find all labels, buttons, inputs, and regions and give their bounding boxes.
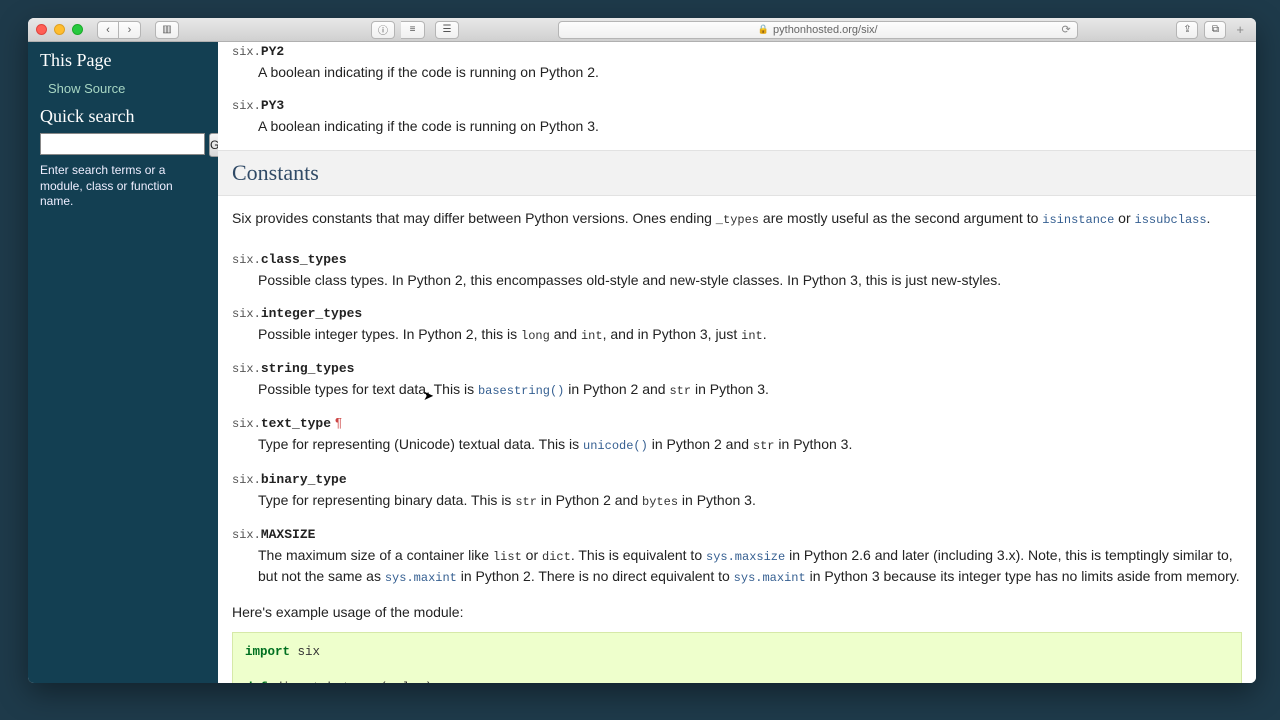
def-binary-type: six.binary_type Type for representing bi… <box>232 470 1242 511</box>
example-intro: Here's example usage of the module: <box>232 602 1242 622</box>
browser-window: ‹ › ▥ ⓘ ≡ ☰ 🔒 pythonhosted.org/six/ ⟳ ⇪ … <box>28 18 1256 683</box>
share-icon[interactable]: ⇪ <box>1176 21 1198 39</box>
sidebar-heading-this-page: This Page <box>40 50 206 71</box>
new-tab-icon[interactable]: + <box>1232 22 1248 37</box>
def-py2: six.PY2 A boolean indicating if the code… <box>232 42 1242 82</box>
site-settings-icon[interactable]: ⓘ <box>371 21 395 39</box>
reload-icon[interactable]: ⟳ <box>1061 23 1070 36</box>
forward-button[interactable]: › <box>119 21 141 39</box>
main-content: six.PY2 A boolean indicating if the code… <box>218 42 1256 683</box>
reader-mode-icon[interactable]: ≡ <box>401 21 425 39</box>
url-text: pythonhosted.org/six/ <box>773 24 878 36</box>
nav-buttons: ‹ › <box>97 21 141 39</box>
def-text-type: six.text_type¶ Type for representing (Un… <box>232 414 1242 455</box>
zoom-window-icon[interactable] <box>72 24 83 35</box>
tabs-icon[interactable]: ⧉ <box>1204 21 1226 39</box>
show-source-link[interactable]: Show Source <box>40 77 206 106</box>
def-maxsize: six.MAXSIZE The maximum size of a contai… <box>232 525 1242 588</box>
window-controls <box>36 24 83 35</box>
section-constants-heading: Constants <box>218 150 1256 196</box>
sidebar: This Page Show Source Quick search Go En… <box>28 42 218 683</box>
sidebar-heading-quick-search: Quick search <box>40 106 206 127</box>
def-string-types: six.string_types Possible types for text… <box>232 359 1242 400</box>
def-class-types: six.class_types Possible class types. In… <box>232 250 1242 290</box>
titlebar: ‹ › ▥ ⓘ ≡ ☰ 🔒 pythonhosted.org/six/ ⟳ ⇪ … <box>28 18 1256 42</box>
permalink-icon[interactable]: ¶ <box>335 415 342 430</box>
reader-lines-icon[interactable]: ☰ <box>435 21 459 39</box>
search-hint: Enter search terms or a module, class or… <box>40 163 206 210</box>
sidebar-toggle-icon[interactable]: ▥ <box>155 21 179 39</box>
def-integer-types: six.integer_types Possible integer types… <box>232 304 1242 345</box>
constants-lead: Six provides constants that may differ b… <box>232 208 1242 229</box>
address-bar[interactable]: 🔒 pythonhosted.org/six/ ⟳ <box>558 21 1078 39</box>
search-input[interactable] <box>40 133 205 155</box>
code-example: import six def dispatch_types(value): if… <box>232 632 1242 683</box>
lock-icon: 🔒 <box>758 24 769 35</box>
minimize-window-icon[interactable] <box>54 24 65 35</box>
def-py3: six.PY3 A boolean indicating if the code… <box>232 96 1242 136</box>
close-window-icon[interactable] <box>36 24 47 35</box>
back-button[interactable]: ‹ <box>97 21 119 39</box>
